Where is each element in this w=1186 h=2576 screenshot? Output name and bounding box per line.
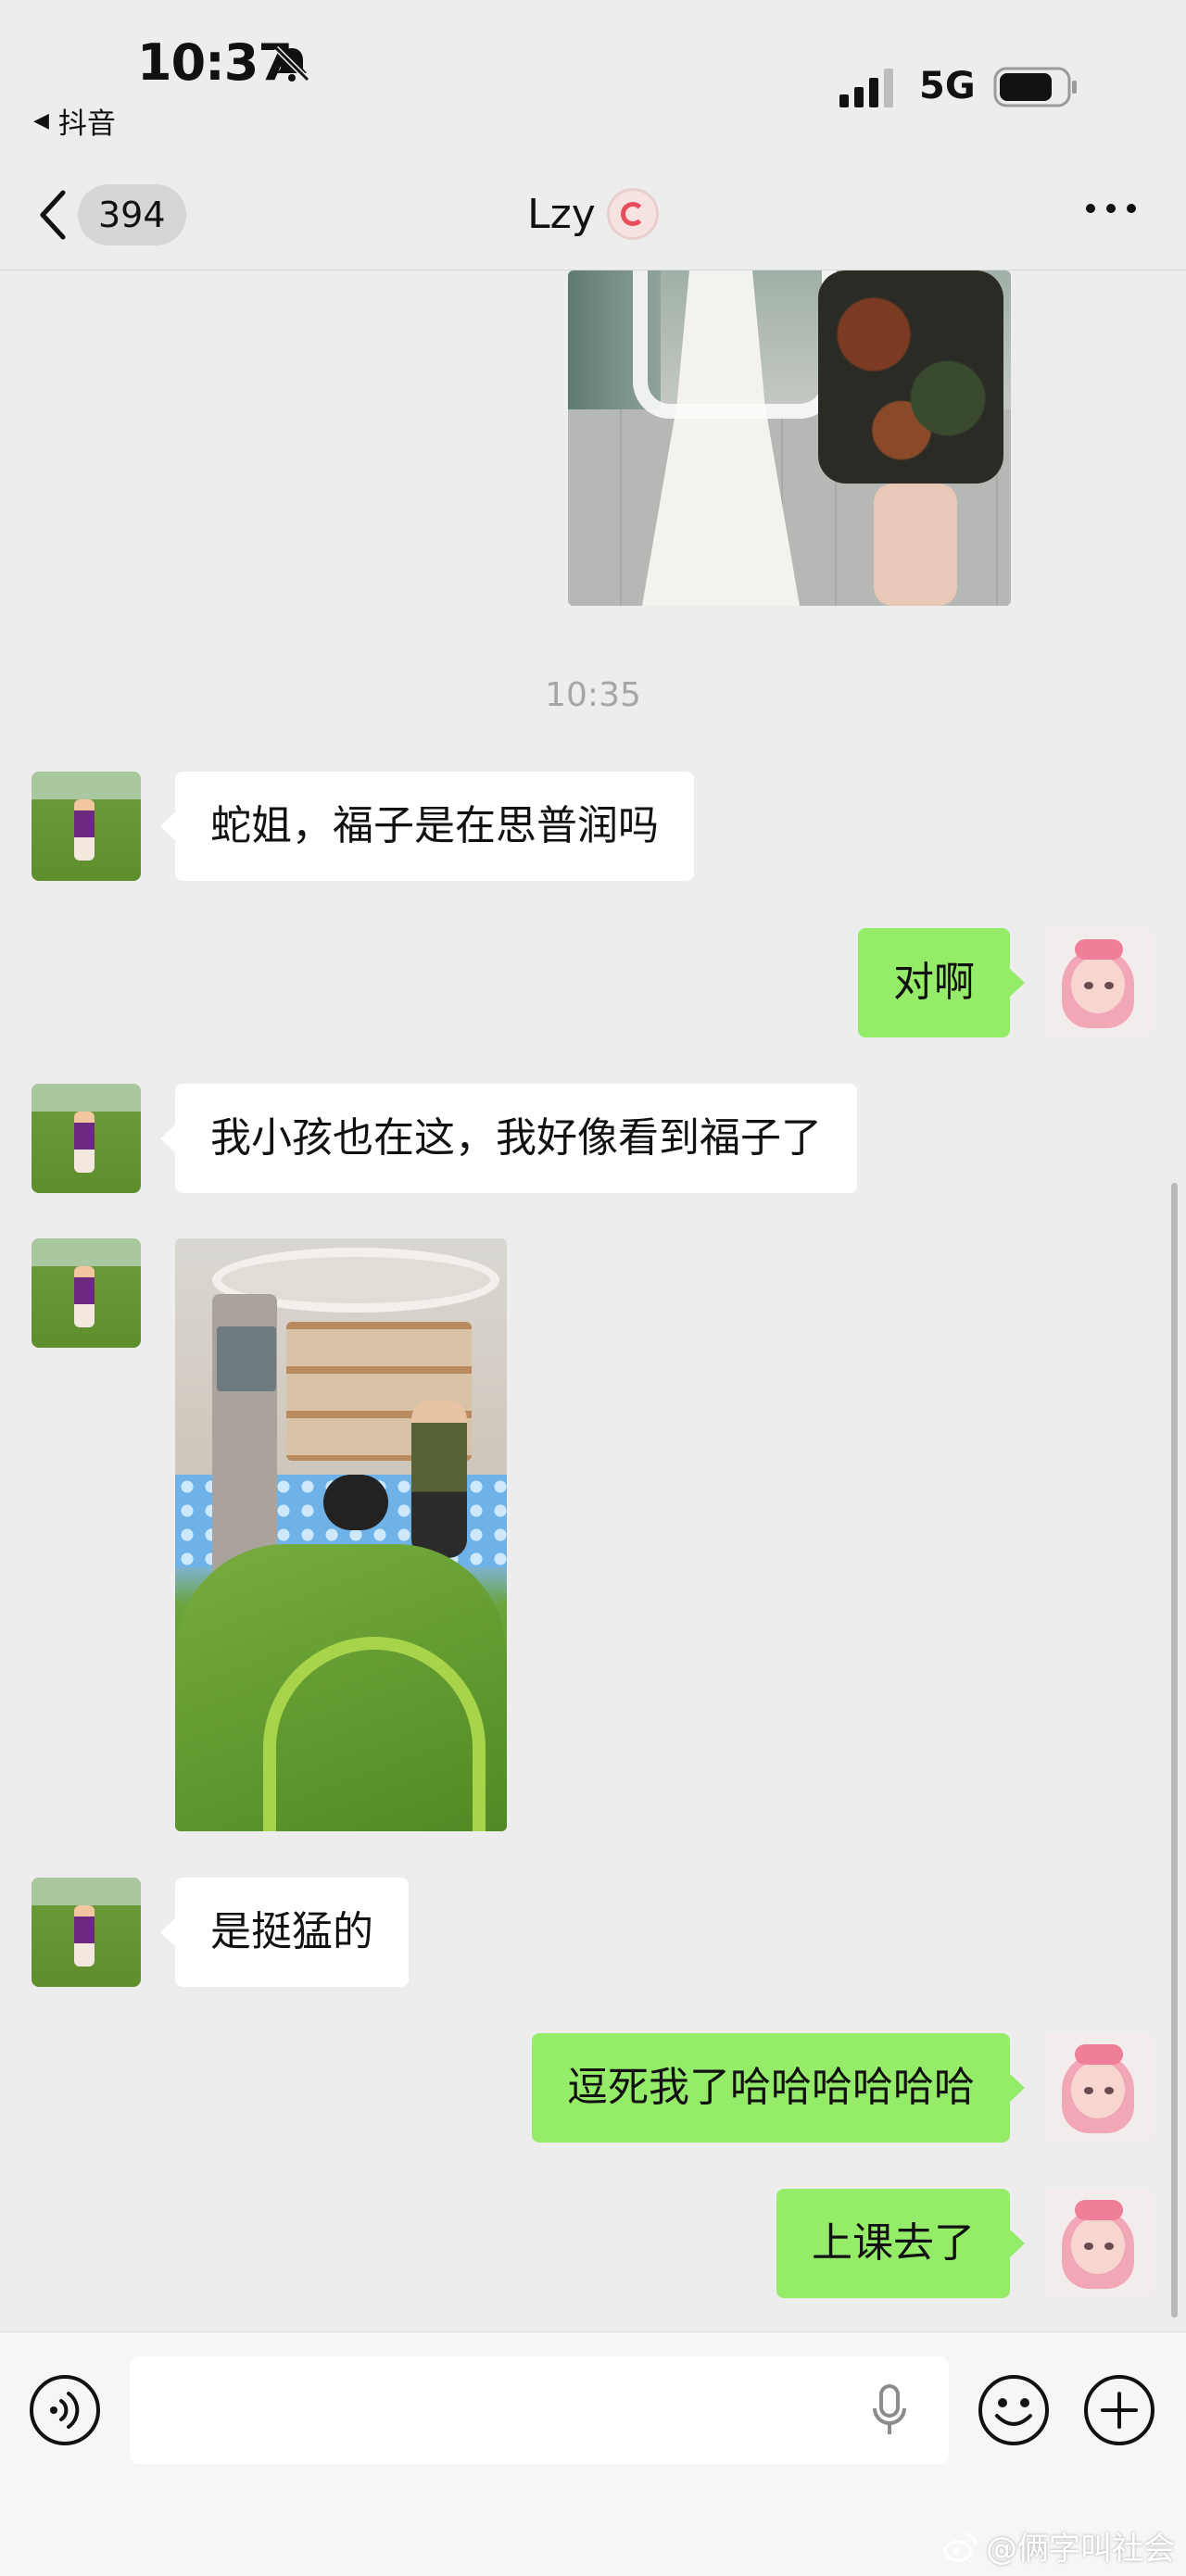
message-list[interactable]: 10:35 蛇姐，福子是在思普润吗 对啊 我小孩也在这，我好像看到福子了 是挺猛… xyxy=(0,270,1186,2331)
self-avatar[interactable] xyxy=(1043,928,1153,1037)
message-input[interactable] xyxy=(130,2356,949,2464)
fishcake-emoji-icon xyxy=(606,188,659,240)
contact-avatar[interactable] xyxy=(32,1238,141,1348)
chat-header: 394 Lzy xyxy=(0,162,1186,270)
mute-icon xyxy=(273,45,310,82)
self-avatar[interactable] xyxy=(1043,2033,1153,2142)
outgoing-message-bubble[interactable]: 逗死我了哈哈哈哈哈哈 xyxy=(532,2033,1025,2142)
network-label: 5G xyxy=(919,65,976,107)
incoming-photo-message[interactable] xyxy=(175,1238,507,1831)
mic-icon[interactable] xyxy=(871,2384,908,2438)
outgoing-message-bubble[interactable]: 上课去了 xyxy=(776,2189,1025,2298)
outgoing-message-bubble[interactable]: 对啊 xyxy=(858,928,1025,1037)
watermark-text: @俩字叫社会 xyxy=(986,2531,1175,2568)
message-timestamp: 10:35 xyxy=(545,676,641,714)
watermark: @俩字叫社会 xyxy=(943,2523,1175,2569)
incoming-message-bubble[interactable]: 蛇姐，福子是在思普润吗 xyxy=(160,772,694,881)
status-time: 10:37 xyxy=(137,33,293,92)
contact-avatar[interactable] xyxy=(32,1878,141,1987)
signal-icon xyxy=(839,69,893,107)
battery-icon xyxy=(993,67,1077,107)
back-app-label: 抖音 xyxy=(57,107,116,141)
weibo-icon xyxy=(943,2532,978,2561)
scrollbar[interactable] xyxy=(1171,1183,1178,2318)
status-bar: 10:37 ◀ 抖音 5G xyxy=(0,0,1186,162)
contact-avatar[interactable] xyxy=(32,772,141,881)
plus-icon[interactable] xyxy=(1082,2373,1156,2447)
back-triangle-icon: ◀ xyxy=(33,109,49,132)
chat-title[interactable]: Lzy xyxy=(0,188,1186,240)
incoming-message-bubble[interactable]: 我小孩也在这，我好像看到福子了 xyxy=(160,1084,857,1193)
self-avatar[interactable] xyxy=(1043,2189,1153,2298)
emoji-icon[interactable] xyxy=(977,2373,1051,2447)
incoming-message-bubble[interactable]: 是挺猛的 xyxy=(160,1878,409,1987)
back-to-app-link[interactable]: ◀ 抖音 xyxy=(33,100,116,142)
contact-avatar[interactable] xyxy=(32,1084,141,1193)
contact-name: Lzy xyxy=(527,190,596,238)
more-icon[interactable] xyxy=(1084,199,1138,218)
outgoing-photo-message[interactable] xyxy=(568,270,1011,606)
voice-icon[interactable] xyxy=(28,2373,102,2447)
